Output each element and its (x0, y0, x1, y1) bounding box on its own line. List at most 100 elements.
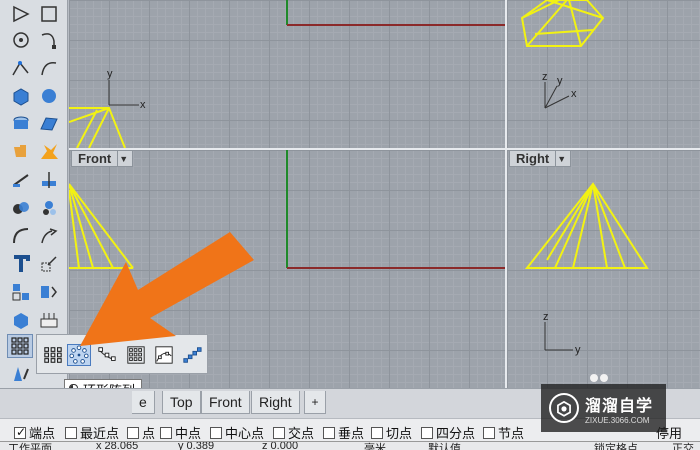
polar-array-icon[interactable] (67, 344, 91, 366)
checkbox[interactable] (65, 426, 77, 439)
tab-label: e (139, 394, 147, 410)
watermark: 溜溜自学 ZIXUE.3066.COM (541, 384, 666, 432)
fillet-curve-icon[interactable] (36, 56, 62, 80)
rectangle-icon[interactable] (36, 2, 62, 26)
checkbox[interactable] (127, 426, 139, 439)
move-icon[interactable] (8, 224, 34, 248)
osnap-intersection[interactable]: 交点 (273, 423, 314, 442)
viewport-separator-h[interactable] (69, 148, 700, 150)
checkbox[interactable] (323, 426, 335, 439)
scale-icon[interactable] (36, 252, 62, 276)
loading-dots (590, 374, 608, 382)
analyze-icon[interactable] (36, 196, 62, 220)
axis-x-label: x (140, 99, 146, 111)
status-ortho[interactable]: 正交 (672, 442, 694, 450)
sphere-icon[interactable] (36, 84, 62, 108)
tab-top[interactable]: Top (162, 391, 201, 414)
status-y: y 0.389 (178, 441, 215, 450)
checkbox[interactable] (421, 426, 433, 439)
axis-z-label-r: z (543, 311, 549, 323)
status-z: z 0.000 (262, 441, 299, 450)
array-icon[interactable] (7, 334, 33, 358)
perspective-viewport[interactable]: z x y (507, 0, 700, 148)
checkbox[interactable] (210, 426, 222, 439)
osnap-perpendicular[interactable]: 垂点 (323, 423, 364, 442)
pyramid-wireframe-front (69, 183, 134, 269)
watermark-title: 溜溜自学 (585, 397, 654, 415)
surface-icon[interactable] (36, 112, 62, 136)
osnap-tangent[interactable]: 切点 (371, 423, 412, 442)
gumball-icon[interactable] (8, 140, 34, 164)
axis-y-label: y (107, 68, 113, 80)
status-units: 毫米 (364, 443, 386, 450)
osnap-midpoint[interactable]: 中点 (160, 423, 201, 442)
drafting-icon[interactable] (8, 362, 34, 386)
axis-z-label: z (542, 71, 548, 83)
osnap-label: 点 (142, 426, 156, 441)
tab-label: Top (170, 394, 193, 410)
checkbox[interactable] (483, 426, 495, 439)
curve-icon[interactable] (36, 28, 62, 52)
osnap-endpoint[interactable]: 端点 (14, 423, 55, 442)
osnap-point[interactable]: 点 (127, 423, 155, 442)
osnap-label: 切点 (386, 426, 413, 441)
array-surface-icon[interactable] (152, 344, 176, 366)
pyramid-wireframe-right (524, 182, 649, 269)
array-along-curve-icon[interactable] (95, 344, 119, 366)
array-linear-icon[interactable] (180, 344, 204, 366)
transform-icon[interactable] (36, 224, 62, 248)
rectangular-array-icon[interactable] (41, 344, 65, 366)
viewport-separator-v[interactable] (505, 0, 507, 388)
top-viewport[interactable]: y x (69, 0, 505, 148)
checkbox[interactable] (273, 426, 285, 439)
split-icon[interactable] (8, 168, 34, 192)
osnap-center[interactable]: 中心点 (210, 423, 264, 442)
left-toolbar (0, 0, 68, 388)
pyramid-wireframe-perspective (520, 0, 605, 47)
text-icon[interactable] (8, 252, 34, 276)
render-icon[interactable] (36, 308, 62, 332)
add-tab-button[interactable]: + (304, 391, 326, 414)
chevron-down-icon[interactable]: ▼ (117, 151, 129, 166)
status-layer[interactable]: 默认值 (428, 442, 461, 450)
tab-front[interactable]: Front (201, 391, 250, 414)
array-flyout (36, 334, 208, 374)
tab-right[interactable]: Right (251, 391, 300, 414)
osnap-label: 垂点 (338, 426, 365, 441)
right-viewport[interactable]: z y (507, 150, 700, 388)
status-grid-snap[interactable]: 锁定格点 (594, 442, 638, 450)
osnap-label: 四分点 (436, 426, 476, 441)
group-icon[interactable] (8, 280, 34, 304)
osnap-knot[interactable]: 节点 (483, 423, 524, 442)
plus-icon: + (311, 395, 319, 409)
front-viewport-title-text: Front (78, 151, 112, 166)
extrude-icon[interactable] (8, 112, 34, 136)
polyline-icon[interactable] (8, 2, 34, 26)
osnap-label: 中点 (175, 426, 202, 441)
right-viewport-title[interactable]: Right ▼ (509, 150, 571, 167)
osnap-label: 节点 (498, 426, 525, 441)
checkbox[interactable] (14, 425, 26, 439)
front-viewport-title[interactable]: Front ▼ (71, 150, 133, 167)
trim-icon[interactable] (36, 168, 62, 192)
point-edit-icon[interactable] (8, 56, 34, 80)
circle-icon[interactable] (8, 28, 34, 52)
boolean-icon[interactable] (8, 196, 34, 220)
osnap-label: 交点 (288, 426, 315, 441)
status-cplane[interactable]: 工作平面 (8, 442, 52, 450)
box-icon[interactable] (8, 84, 34, 108)
perspective-canvas: z x y (520, 0, 605, 109)
axis-y-label-p: y (557, 75, 563, 87)
checkbox[interactable] (160, 426, 172, 439)
osnap-near[interactable]: 最近点 (65, 423, 119, 442)
tab-perspective[interactable]: e (132, 391, 155, 414)
array-grid-icon[interactable] (124, 344, 148, 366)
dimension-icon[interactable] (36, 280, 62, 304)
osnap-quadrant[interactable]: 四分点 (421, 423, 475, 442)
checkbox[interactable] (371, 426, 383, 439)
mesh-icon[interactable] (8, 308, 34, 332)
chevron-down-icon[interactable]: ▼ (555, 151, 567, 166)
axis-y-label-r: y (575, 344, 581, 356)
explode-icon[interactable] (36, 140, 62, 164)
right-viewport-title-text: Right (516, 151, 550, 166)
